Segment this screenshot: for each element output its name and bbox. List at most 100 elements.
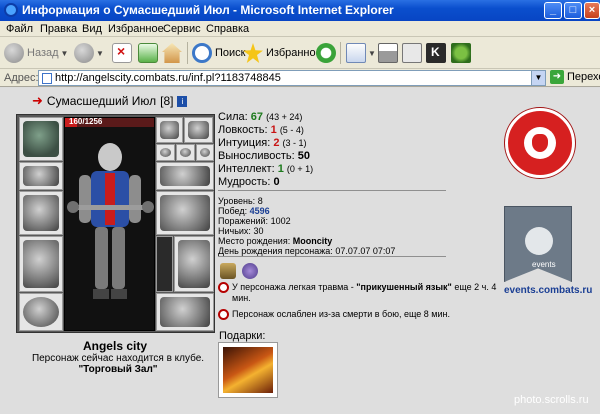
earring-item-icon bbox=[160, 121, 179, 139]
events-link[interactable]: events.combats.ru bbox=[504, 285, 592, 296]
stats-panel: Сила: 67 (43 + 24) Ловкость: 1 (5 - 4) И… bbox=[218, 111, 313, 189]
ring-item-icon bbox=[160, 148, 171, 157]
leggings-item-icon bbox=[178, 240, 210, 288]
events-banner-label: events bbox=[532, 260, 556, 269]
clan-emblem[interactable] bbox=[505, 108, 575, 178]
belt-slot[interactable] bbox=[19, 293, 63, 331]
detail-level: Уровень: 8 bbox=[218, 196, 263, 206]
history-button[interactable] bbox=[316, 41, 336, 65]
ie-logo-icon bbox=[4, 3, 18, 17]
mail-dropdown-icon[interactable]: ▼ bbox=[368, 49, 376, 58]
amulet-slot[interactable] bbox=[184, 117, 213, 143]
minimize-button[interactable]: _ bbox=[544, 2, 562, 19]
divider bbox=[218, 190, 446, 191]
ring-slot-1[interactable] bbox=[156, 144, 175, 161]
address-label: Адрес: bbox=[4, 72, 39, 84]
menu-file[interactable]: Файл bbox=[6, 23, 33, 35]
ring-item-icon bbox=[200, 148, 210, 157]
watermark: photo.scrolls.ru bbox=[514, 394, 589, 406]
stat-wisdom: Мудрость: 0 bbox=[218, 176, 280, 188]
bracer-slot[interactable] bbox=[19, 162, 63, 190]
leggings-slot[interactable] bbox=[174, 236, 214, 292]
print-icon bbox=[378, 43, 398, 63]
mail-button[interactable]: ▼ bbox=[346, 41, 376, 65]
research-icon: K bbox=[426, 43, 446, 63]
hp-text: 160/1256 bbox=[69, 117, 103, 126]
offhand-slot[interactable] bbox=[156, 191, 214, 235]
search-icon bbox=[192, 43, 212, 63]
address-input[interactable]: http://angelscity.combats.ru/inf.pl?1183… bbox=[38, 70, 546, 86]
page-content: ➜ Сумасшедший Июл [8] i 160/1256 Angels … bbox=[0, 88, 600, 414]
research-button[interactable]: K bbox=[426, 41, 446, 65]
helmet-slot[interactable] bbox=[19, 117, 63, 161]
address-url[interactable]: http://angelscity.combats.ru/inf.pl?1183… bbox=[55, 72, 281, 84]
gloves-slot[interactable] bbox=[156, 162, 214, 190]
menu-edit[interactable]: Правка bbox=[40, 23, 77, 35]
private-message-icon[interactable]: ➜ bbox=[32, 93, 43, 109]
info-icon[interactable]: i bbox=[177, 95, 188, 107]
toolbar: Назад ▼ ▼ × Поиск Избранное ▼ K bbox=[0, 37, 600, 69]
refresh-button[interactable] bbox=[138, 41, 158, 65]
weakened-note: Персонаж ослаблен из-за смерти в бою, ещ… bbox=[218, 309, 500, 320]
location-room: "Торговый Зал" bbox=[78, 364, 158, 375]
menu-tools[interactable]: Сервис bbox=[163, 23, 201, 35]
chest-icon[interactable] bbox=[220, 263, 236, 279]
toolbar-separator bbox=[340, 42, 341, 64]
messenger-button[interactable] bbox=[451, 41, 471, 65]
menu-favorites[interactable]: Избранное bbox=[108, 23, 164, 35]
ring-slot-3[interactable] bbox=[196, 144, 214, 161]
detail-birthday: День рождения персонажа: 07.07.07 07:07 bbox=[218, 246, 396, 256]
events-banner[interactable] bbox=[504, 206, 572, 282]
window-title: Информация о Сумасшедший Июл - Microsoft… bbox=[22, 3, 394, 17]
forward-dropdown-icon[interactable]: ▼ bbox=[96, 49, 104, 58]
maximize-button[interactable]: □ bbox=[564, 2, 582, 19]
back-button[interactable]: Назад ▼ bbox=[4, 41, 68, 65]
lion-icon bbox=[524, 127, 556, 159]
home-button[interactable] bbox=[162, 41, 182, 65]
boots-item-icon bbox=[160, 297, 210, 327]
belt-item-icon bbox=[23, 297, 59, 327]
page-icon bbox=[42, 73, 52, 84]
ring-item-icon bbox=[180, 148, 191, 157]
menu-view[interactable]: Вид bbox=[82, 23, 102, 35]
print-button[interactable] bbox=[378, 41, 398, 65]
effect-icon[interactable] bbox=[242, 263, 258, 279]
refresh-icon bbox=[138, 43, 158, 63]
bracer-item-icon bbox=[23, 166, 59, 186]
character-header: ➜ Сумасшедший Июл [8] i bbox=[32, 93, 188, 109]
morningstar-item-icon bbox=[160, 195, 210, 231]
search-button[interactable]: Поиск bbox=[192, 41, 245, 65]
ring-slot-2[interactable] bbox=[176, 144, 195, 161]
toolbar-separator bbox=[187, 42, 188, 64]
character-avatar: 160/1256 bbox=[64, 117, 155, 331]
window-titlebar[interactable]: Информация о Сумасшедший Июл - Microsoft… bbox=[0, 0, 600, 21]
status-icons bbox=[220, 263, 258, 279]
earring-slot[interactable] bbox=[156, 117, 183, 143]
address-bar: Адрес: http://angelscity.combats.ru/inf.… bbox=[0, 69, 600, 87]
edit-button[interactable] bbox=[402, 41, 422, 65]
go-button[interactable]: ➜ Переход bbox=[550, 70, 600, 84]
gift-item[interactable] bbox=[218, 342, 278, 398]
armor-slot[interactable] bbox=[19, 236, 63, 292]
history-icon bbox=[316, 43, 336, 63]
menu-help[interactable]: Справка bbox=[206, 23, 249, 35]
favorites-button[interactable]: Избранное bbox=[243, 41, 322, 65]
back-dropdown-icon[interactable]: ▼ bbox=[61, 49, 69, 58]
scroll-slots[interactable] bbox=[156, 236, 173, 292]
close-button[interactable]: × bbox=[584, 2, 600, 19]
boots-slot[interactable] bbox=[156, 293, 214, 331]
weapon-slot[interactable] bbox=[19, 191, 63, 235]
forward-icon bbox=[74, 43, 94, 63]
stat-intellect: Интеллект: 1 (0 + 1) bbox=[218, 163, 314, 175]
detail-birthplace: Место рождения: Mooncity bbox=[218, 236, 333, 246]
stop-icon: × bbox=[112, 43, 132, 63]
divider bbox=[218, 256, 446, 257]
stat-agility: Ловкость: 1 (5 - 4) bbox=[218, 124, 304, 136]
detail-wins: Побед: 4596 bbox=[218, 206, 270, 216]
forward-button[interactable]: ▼ bbox=[74, 41, 104, 65]
home-icon bbox=[162, 43, 182, 63]
address-dropdown-icon[interactable]: ▼ bbox=[531, 71, 545, 85]
city-name: Angels city bbox=[82, 339, 148, 353]
gift-image bbox=[223, 347, 273, 393]
stop-button[interactable]: × bbox=[112, 41, 132, 65]
